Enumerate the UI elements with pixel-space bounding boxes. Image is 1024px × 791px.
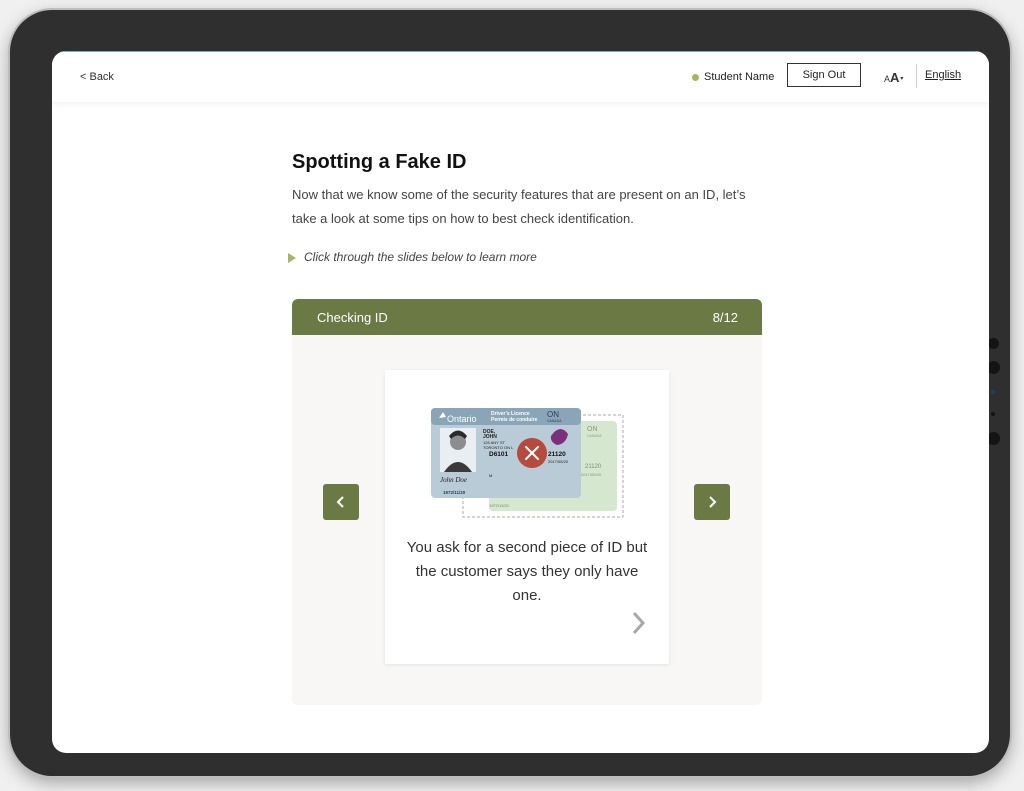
front-card-dob: 1972/11/20 [443,490,466,495]
caret-down-icon: ▾ [900,76,904,82]
language-link[interactable]: English [925,69,961,81]
camera-dot [988,338,999,349]
back-link[interactable]: < Back [80,71,114,83]
id-cards-illustration: ON CANADA 21120 2017/05/20 1972/11/20 On… [431,408,624,518]
student-name: Student Name [704,71,775,83]
app-screen: < Back Student Name Sign Out AA▾ English… [52,51,989,753]
chevron-right-icon [709,496,717,508]
tablet-frame: < Back Student Name Sign Out AA▾ English… [10,10,1010,776]
front-card-country: CANADA [547,419,562,423]
sign-out-button[interactable]: Sign Out [787,63,861,87]
x-reject-icon [517,438,547,468]
previous-slide-button[interactable] [323,484,359,520]
front-card-address-2: TORONTO ON L [483,445,514,450]
next-slide-button[interactable] [694,484,730,520]
slide-carousel: Checking ID 8/12 ON CANADA 21120 2017/05… [292,299,762,705]
camera-dot [991,412,995,416]
camera-dot [991,390,995,394]
online-status-dot [692,74,699,81]
header-divider [916,64,917,88]
slide-card: ON CANADA 21120 2017/05/20 1972/11/20 On… [385,370,669,664]
front-id-card: Ontario Driver’s Licence Permis de condu… [431,408,581,498]
font-size-large-icon: A [890,70,900,85]
front-card-heading-fr: Permis de conduire [491,417,538,423]
front-card-licence-number: D6101 [489,451,509,458]
back-card-exp-code: 21120 [585,464,602,470]
slide-text: You ask for a second piece of ID but the… [406,539,648,604]
slide-counter: 8/12 [712,310,738,325]
top-bar: < Back Student Name Sign Out AA▾ English [52,51,989,102]
front-card-code: ON [547,410,559,419]
front-card-issued: 2017/05/20 [548,459,569,464]
page-title: Spotting a Fake ID [292,151,467,173]
front-card-province: Ontario [447,414,477,424]
back-card-issued: 2017/05/20 [581,472,602,477]
front-card-signature: John Doe [440,476,467,484]
back-card-code: ON [587,426,598,433]
play-triangle-icon [288,253,296,263]
font-size-toggle[interactable]: AA▾ [884,70,903,85]
intro-paragraph: Now that we know some of the security fe… [292,187,746,226]
carousel-header: Checking ID 8/12 [292,299,762,335]
chevron-right-icon[interactable] [629,610,649,636]
carousel-title: Checking ID [317,310,388,325]
back-card-country: CANADA [587,434,602,438]
back-card-dob: 1972/11/20 [489,503,509,508]
slides-hint: Click through the slides below to learn … [304,250,537,264]
front-card-sex: M [489,473,492,478]
front-card-exp-code: 21120 [548,451,566,458]
chevron-left-icon [336,496,344,508]
